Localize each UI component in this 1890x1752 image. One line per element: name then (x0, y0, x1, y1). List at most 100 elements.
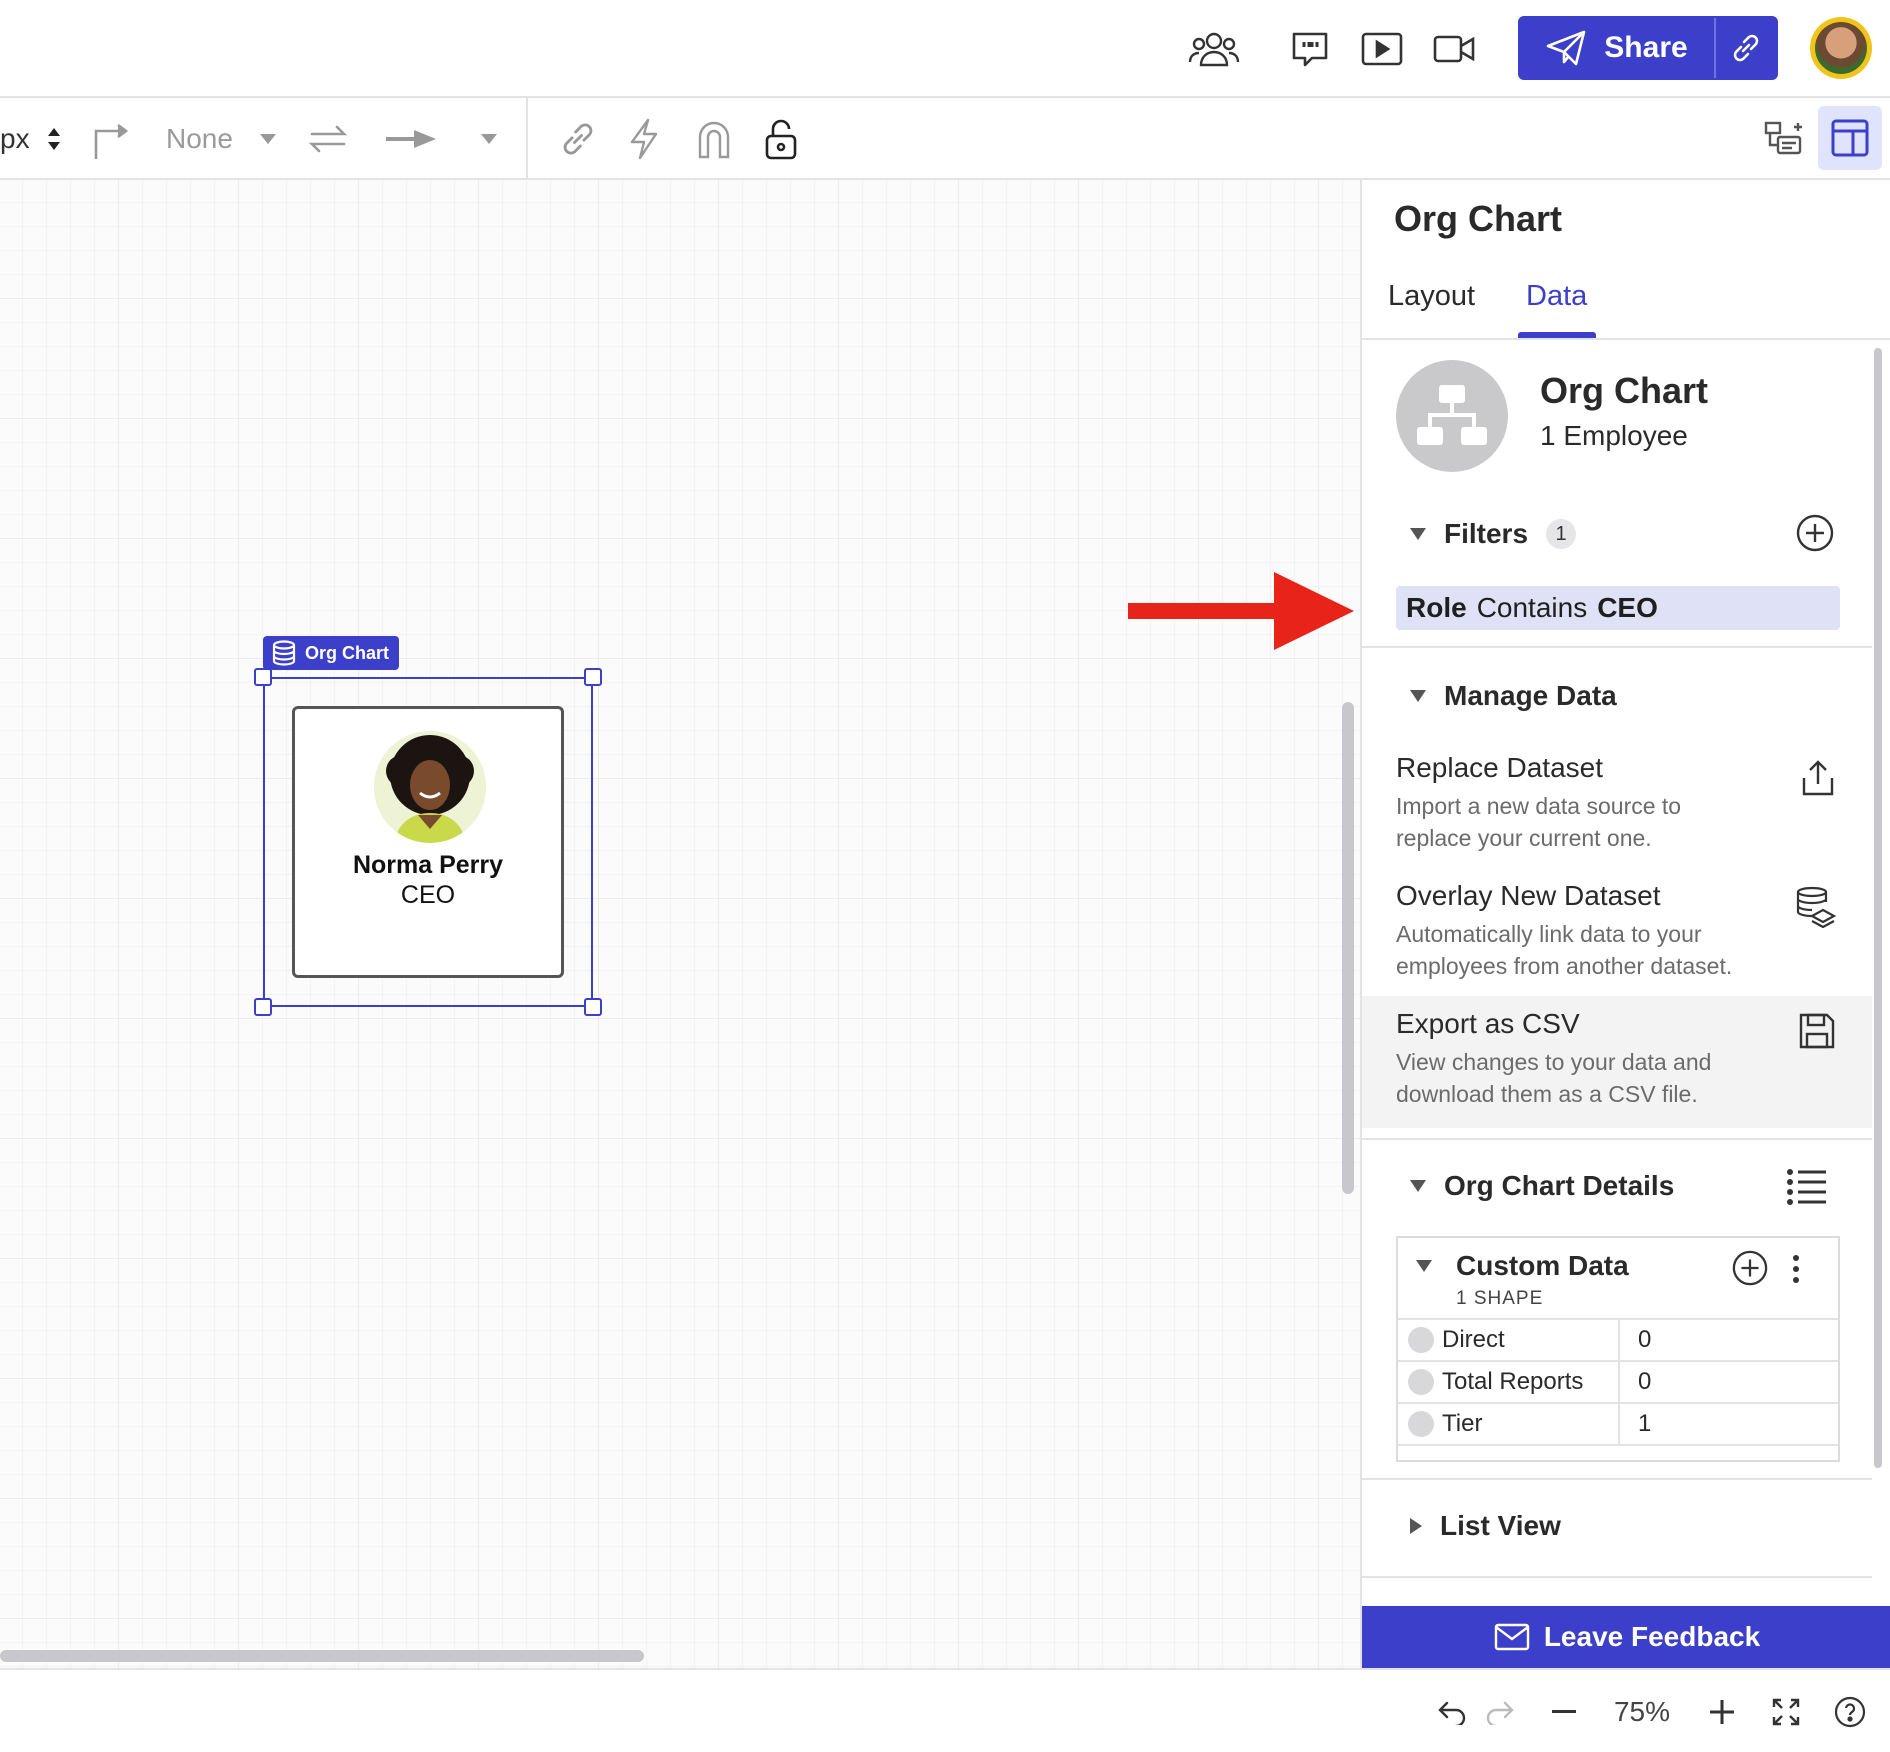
layers-database-icon (1796, 886, 1836, 928)
resize-handle-bottom-left[interactable] (254, 998, 272, 1016)
present-icon[interactable] (1354, 24, 1410, 74)
add-custom-data-button[interactable] (1732, 1250, 1768, 1286)
details-list-button[interactable] (1786, 1168, 1826, 1206)
swap-arrows-button[interactable] (308, 112, 348, 166)
list-view-section-toggle[interactable]: List View (1410, 1510, 1561, 1542)
filter-operator: Contains (1476, 592, 1588, 623)
comment-icon[interactable] (1282, 24, 1338, 74)
swap-icon (308, 125, 348, 153)
shape-data-button[interactable] (1764, 112, 1804, 166)
tab-data[interactable]: Data (1526, 280, 1587, 313)
link-button[interactable] (558, 112, 598, 166)
send-icon (1546, 30, 1586, 66)
export-csv-desc: View changes to your data and download t… (1396, 1049, 1712, 1107)
data-key: Direct (1442, 1326, 1505, 1353)
plus-circle-icon (1732, 1250, 1768, 1286)
tab-layout[interactable]: Layout (1388, 280, 1475, 313)
lock-button[interactable] (764, 112, 798, 166)
share-group: Share (1518, 16, 1778, 80)
manage-data-section-toggle[interactable]: Manage Data (1410, 680, 1617, 712)
chevron-down-icon (481, 134, 497, 144)
zoom-in-button[interactable] (1702, 1688, 1742, 1736)
export-csv-item[interactable]: Export as CSV View changes to your data … (1362, 996, 1872, 1128)
chevron-down-icon (259, 134, 276, 144)
fit-screen-button[interactable] (1766, 1688, 1806, 1736)
replace-dataset-item[interactable]: Replace Dataset Import a new data source… (1362, 752, 1872, 872)
canvas-vertical-scrollbar[interactable] (1342, 702, 1354, 1194)
data-value[interactable]: 0 (1620, 1326, 1651, 1354)
data-key: Total Reports (1442, 1368, 1584, 1395)
employee-card[interactable]: Norma Perry CEO (292, 706, 564, 978)
unit-stepper[interactable]: px (0, 112, 62, 166)
data-row-tier[interactable]: Tier 1 (1398, 1402, 1838, 1444)
collaborators-icon[interactable] (1186, 24, 1242, 74)
video-icon[interactable] (1426, 24, 1482, 74)
summary-title: Org Chart (1540, 370, 1709, 411)
diagram-canvas[interactable] (0, 180, 1360, 1668)
stepper-icon (47, 128, 60, 150)
list-icon (1787, 1169, 1826, 1205)
magnet-button[interactable] (696, 112, 732, 166)
employee-name: Norma Perry (352, 851, 504, 879)
link-icon (563, 123, 593, 155)
upload-icon (1802, 760, 1834, 796)
shape-data-icon (1764, 121, 1802, 155)
actions-button[interactable] (628, 112, 660, 166)
avatar-photo (1815, 22, 1867, 74)
resize-handle-bottom-right[interactable] (584, 998, 602, 1016)
panel-scrollbar[interactable] (1874, 348, 1882, 1468)
custom-data-table: Custom Data 1 SHAPE Direct 0 Total Repor… (1396, 1236, 1840, 1462)
resize-handle-top-left[interactable] (254, 668, 272, 686)
arrow-end-select[interactable] (384, 112, 498, 166)
top-bar: Share (0, 0, 1890, 98)
employee-role: CEO (400, 881, 456, 909)
org-chart-tag[interactable]: Org Chart (263, 636, 400, 670)
section-divider (1362, 1478, 1872, 1480)
section-divider (1362, 646, 1872, 648)
copy-link-button[interactable] (1714, 18, 1776, 78)
save-icon (1799, 1013, 1835, 1049)
fullscreen-icon (1772, 1698, 1800, 1726)
share-label: Share (1604, 31, 1688, 64)
plus-icon (1710, 1700, 1734, 1724)
panel-title: Org Chart (1394, 198, 1563, 239)
user-avatar[interactable] (1810, 17, 1872, 79)
toggle-panel-button[interactable] (1818, 106, 1882, 170)
collapse-icon[interactable] (1416, 1260, 1432, 1272)
details-section-toggle[interactable]: Org Chart Details (1410, 1170, 1674, 1202)
unit-label: px (0, 123, 30, 154)
table-footer-row (1398, 1444, 1838, 1460)
section-divider (1362, 1138, 1872, 1140)
line-shape-button[interactable] (92, 112, 132, 166)
unlock-icon (765, 119, 797, 160)
filters-section-toggle[interactable]: Filters 1 (1410, 518, 1577, 550)
employee-photo (374, 731, 486, 843)
globe-icon (1408, 1369, 1434, 1395)
plus-circle-icon (1796, 514, 1834, 552)
undo-button[interactable] (1432, 1688, 1472, 1736)
magnet-icon (698, 121, 730, 159)
panel-tabs: Layout Data (1362, 258, 1890, 340)
zoom-out-button[interactable] (1544, 1688, 1584, 1736)
add-filter-button[interactable] (1796, 514, 1834, 552)
leave-feedback-button[interactable]: Leave Feedback (1362, 1606, 1890, 1668)
expand-icon (1410, 1518, 1422, 1534)
data-value[interactable]: 1 (1620, 1410, 1651, 1438)
resize-handle-top-right[interactable] (584, 668, 602, 686)
more-options-button[interactable] (1790, 1254, 1802, 1284)
share-button[interactable]: Share (1520, 18, 1714, 78)
filter-count-badge: 1 (1546, 519, 1577, 549)
data-value[interactable]: 0 (1620, 1368, 1651, 1396)
data-row-total-reports[interactable]: Total Reports 0 (1398, 1360, 1838, 1402)
zoom-level[interactable]: 75% (1600, 1688, 1684, 1736)
toolbar-divider (526, 98, 528, 180)
overlay-dataset-item[interactable]: Overlay New Dataset Automatically link d… (1362, 880, 1872, 1000)
data-row-direct[interactable]: Direct 0 (1398, 1318, 1838, 1360)
help-button[interactable] (1830, 1688, 1870, 1736)
redo-button[interactable] (1480, 1688, 1520, 1736)
globe-icon (1408, 1411, 1434, 1437)
filter-field: Role (1406, 592, 1467, 623)
arrow-start-select[interactable]: None (166, 112, 277, 166)
canvas-horizontal-scrollbar[interactable] (0, 1650, 644, 1662)
filter-chip[interactable]: Role Contains CEO (1396, 586, 1840, 630)
